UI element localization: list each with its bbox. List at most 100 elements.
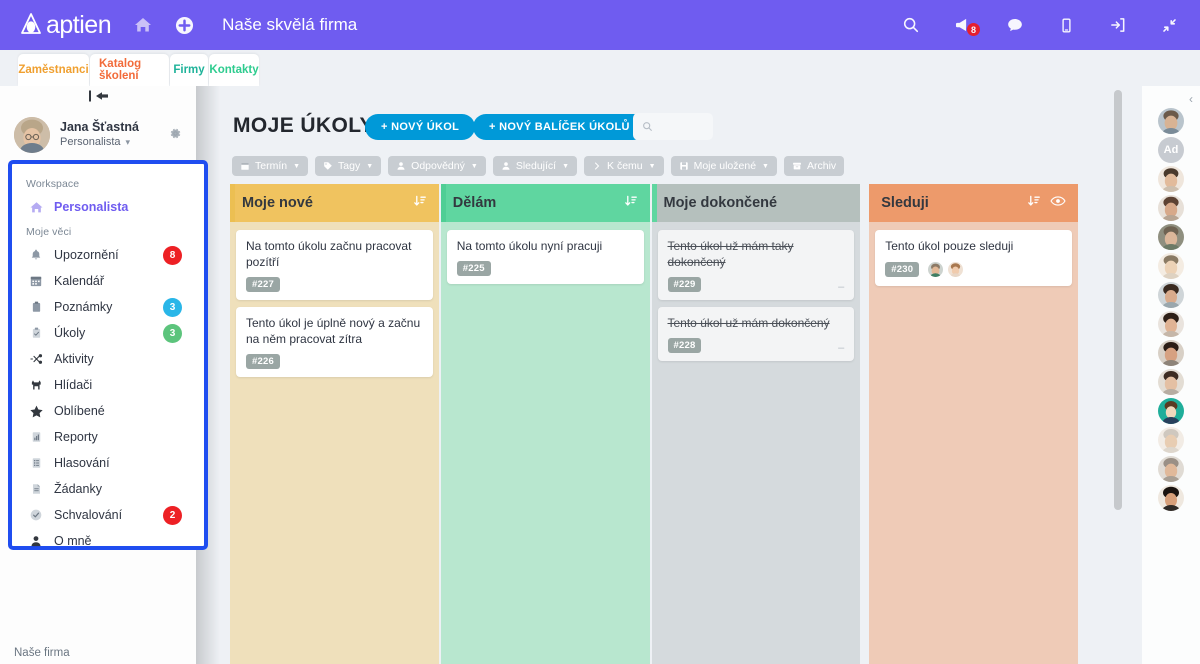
- bell-icon: [26, 248, 46, 262]
- collapse-sidebar-icon[interactable]: [88, 88, 110, 104]
- filter-k-cemu[interactable]: K čemu ▼: [584, 156, 664, 176]
- avatar-ad[interactable]: Ad: [1158, 137, 1184, 163]
- avatar-1[interactable]: [1158, 108, 1184, 134]
- sidebar-item-reporty[interactable]: Reporty: [12, 424, 204, 450]
- filter-tagy[interactable]: Tagy ▼: [315, 156, 382, 176]
- mobile-icon[interactable]: [1058, 17, 1075, 34]
- sidebar-item-label: Aktivity: [54, 352, 94, 366]
- sidebar-item-ukoly[interactable]: Úkoly 3: [12, 320, 204, 346]
- new-task-button[interactable]: + NOVÝ ÚKOL: [365, 114, 476, 140]
- column-header-icons: [413, 194, 427, 212]
- calendar-icon: [26, 274, 46, 288]
- sidebar-item-badge: 3: [163, 298, 182, 317]
- home-icon[interactable]: [133, 15, 153, 35]
- sidebar-footer-label: Naše firma: [14, 647, 70, 659]
- filter-moje-ulozene[interactable]: Moje uložené ▼: [670, 156, 777, 176]
- filter-label: Termín: [255, 160, 288, 172]
- task-card[interactable]: Tento úkol už mám dokončený #228 –: [657, 306, 855, 361]
- gear-icon[interactable]: [169, 127, 182, 145]
- filter-bar: Termín ▼ Tagy ▼ Odpovědný ▼ Sledující ▼ …: [232, 156, 845, 176]
- kanban-column-moje-dokoncene: Moje dokončené Tento úkol už mám taky do…: [651, 184, 861, 664]
- logout-icon[interactable]: [1109, 16, 1127, 34]
- sidebar-item-label: Schvalování: [54, 508, 123, 522]
- avatar-8[interactable]: [1158, 311, 1184, 337]
- sidebar-item-upozorneni[interactable]: Upozornění 8: [12, 242, 204, 268]
- column-body: Tento úkol už mám taky dokončený #229 – …: [651, 222, 861, 664]
- collapse-arrows-icon[interactable]: [1161, 17, 1178, 34]
- tab-firmy[interactable]: Firmy: [170, 54, 208, 86]
- filter-archiv[interactable]: Archiv: [783, 156, 845, 176]
- person-icon: [26, 534, 46, 548]
- main-content: MOJE ÚKOLY + NOVÝ ÚKOL + NOVÝ BALÍČEK ÚK…: [220, 86, 1120, 664]
- sidebar-item-schvalovani[interactable]: Schvalování 2: [12, 502, 204, 528]
- avatar-13[interactable]: [1158, 456, 1184, 482]
- chevron-down-icon: ▼: [366, 162, 374, 170]
- task-card[interactable]: Na tomto úkolu začnu pracovat pozítří #2…: [236, 230, 433, 300]
- eye-icon[interactable]: [1050, 195, 1066, 211]
- column-title: Moje nové: [242, 195, 313, 211]
- brand-logo-group[interactable]: aptien: [18, 11, 112, 40]
- filter-label: Sledující: [515, 160, 557, 172]
- sidebar-item-kalendar[interactable]: Kalendář: [12, 268, 204, 294]
- search-icon[interactable]: [902, 16, 920, 34]
- request-icon: [26, 482, 46, 496]
- sidebar-item-label: Úkoly: [54, 326, 86, 340]
- sidebar-item-label: Personalista: [54, 200, 129, 214]
- sort-descending-icon[interactable]: [624, 194, 638, 212]
- top-navigation-bar: aptien Naše skvělá firma 8: [0, 0, 1200, 50]
- profile-texts: Jana Šťastná Personalista ▾: [60, 120, 139, 149]
- sort-descending-icon[interactable]: [1027, 194, 1041, 212]
- avatar-3[interactable]: [1158, 166, 1184, 192]
- task-dash-indicator: –: [838, 280, 845, 293]
- avatar-5[interactable]: [1158, 224, 1184, 250]
- sidebar-profile[interactable]: Jana Šťastná Personalista ▾: [0, 112, 196, 158]
- avatar-11[interactable]: [1158, 398, 1184, 424]
- search-box[interactable]: [633, 113, 713, 140]
- avatar-12[interactable]: [1158, 427, 1184, 453]
- chevron-left-icon[interactable]: ‹: [1189, 92, 1193, 106]
- task-id-badge: #225: [456, 260, 491, 276]
- avatar-10[interactable]: [1158, 369, 1184, 395]
- tab-zamestnanci[interactable]: Zaměstnanci: [18, 54, 89, 86]
- megaphone-icon[interactable]: 8: [954, 16, 981, 37]
- task-card[interactable]: Tento úkol už mám taky dokončený #229 –: [657, 230, 855, 300]
- task-card[interactable]: Tento úkol je úplně nový a začnu na něm …: [236, 306, 433, 377]
- approval-icon: [26, 508, 46, 522]
- sidebar-item-zadanky[interactable]: Žádanky: [12, 476, 204, 502]
- search-input[interactable]: [658, 120, 712, 133]
- person-icon: [501, 161, 511, 171]
- sidebar-item-personalista[interactable]: Personalista: [12, 194, 204, 220]
- avatar-9[interactable]: [1158, 340, 1184, 366]
- profile-name: Jana Šťastná: [60, 120, 139, 135]
- sidebar-item-hlidaci[interactable]: Hlídači: [12, 372, 204, 398]
- chevron-right-icon: [592, 161, 602, 171]
- sidebar-item-poznamky[interactable]: Poznámky 3: [12, 294, 204, 320]
- sidebar-item-badge: 8: [163, 246, 182, 265]
- filter-label: Moje uložené: [693, 160, 757, 172]
- tab-label: Firmy: [173, 64, 205, 76]
- avatar-14[interactable]: [1158, 485, 1184, 511]
- filter-odpovedny[interactable]: Odpovědný ▼: [388, 156, 486, 176]
- avatar-6[interactable]: [1158, 253, 1184, 279]
- calendar-icon: [240, 161, 250, 171]
- tab-kontakty[interactable]: Kontakty: [209, 54, 259, 86]
- tab-katalog-skoleni[interactable]: Katalog školení: [90, 54, 169, 86]
- filter-termin[interactable]: Termín ▼: [232, 156, 309, 176]
- avatar-7[interactable]: [1158, 282, 1184, 308]
- vertical-scrollbar[interactable]: [1114, 90, 1122, 510]
- plus-circle-icon[interactable]: [175, 16, 194, 35]
- task-card[interactable]: Na tomto úkolu nyní pracuji #225: [446, 230, 644, 284]
- sidebar-item-o-mne[interactable]: O mně: [12, 528, 204, 554]
- sidebar-item-hlasovani[interactable]: Hlasování: [12, 450, 204, 476]
- task-card[interactable]: Tento úkol pouze sleduji #230: [875, 230, 1072, 286]
- chat-bubble-icon[interactable]: [1006, 16, 1024, 34]
- column-body: Na tomto úkolu nyní pracuji #225: [440, 222, 650, 664]
- avatar-4[interactable]: [1158, 195, 1184, 221]
- sort-descending-icon[interactable]: [413, 194, 427, 212]
- sidebar-item-aktivity[interactable]: Aktivity: [12, 346, 204, 372]
- new-task-package-button[interactable]: + NOVÝ BALÍČEK ÚKOLŮ: [473, 114, 646, 140]
- filter-sledujici[interactable]: Sledující ▼: [492, 156, 578, 176]
- profile-role[interactable]: Personalista ▾: [60, 136, 139, 150]
- sidebar-item-oblibene[interactable]: Oblíbené: [12, 398, 204, 424]
- search-icon: [642, 121, 653, 132]
